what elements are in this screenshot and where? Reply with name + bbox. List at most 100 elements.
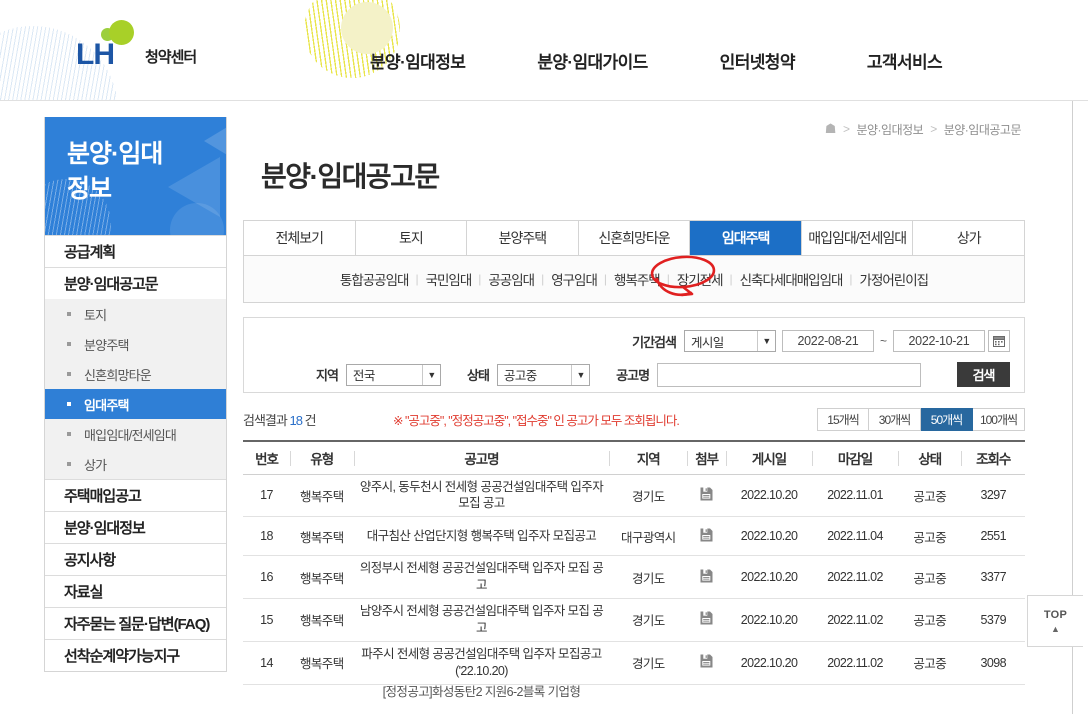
sidebar-item-notices[interactable]: 공지사항: [45, 543, 226, 575]
tab-newlywed-town[interactable]: 신혼희망타운: [577, 221, 690, 255]
date-from-input[interactable]: 2022-08-21: [781, 330, 874, 352]
sidebar-item-housing-purchase-notice[interactable]: 주택매입공고: [45, 479, 226, 511]
cell-status: 공고중: [898, 555, 962, 599]
region-select[interactable]: 전국 ▼: [345, 363, 441, 386]
date-from-value: 2022-08-21: [797, 334, 859, 348]
table-row[interactable]: 15 행복주택 남양주시 전세형 공공건설임대주택 입주자 모집 공고 경기도: [243, 598, 1025, 642]
cell-region: 경기도: [609, 641, 688, 685]
result-count-number: 18: [289, 412, 303, 428]
cell-attachment[interactable]: [687, 474, 727, 518]
sidebar-subitem-purchase-jeonse-rental[interactable]: 매입임대/전세임대: [45, 419, 226, 449]
site-header: LH 청약센터 분양·임대정보 분양·임대가이드 인터넷청약 고객서비스: [0, 0, 1088, 101]
subtab-integrated-public-rental[interactable]: 통합공공임대: [333, 269, 416, 289]
cell-region: 경기도: [609, 555, 688, 599]
table-row[interactable]: 14 행복주택 파주시 전세형 공공건설임대주택 입주자 모집공고('22.10…: [243, 641, 1025, 685]
breadcrumb-item-1[interactable]: 분양·임대정보: [856, 121, 923, 138]
cell-no: 17: [243, 474, 291, 518]
page-size-30[interactable]: 30개씩: [869, 407, 921, 431]
cell-attachment[interactable]: [687, 555, 727, 599]
subtab-permanent-rental[interactable]: 영구임대: [544, 269, 604, 289]
table-row[interactable]: 16 행복주택 의정부시 전세형 공공건설임대주택 입주자 모집 공고 경기도: [243, 555, 1025, 599]
table-row-partial[interactable]: [정정공고]화성동탄2 지원6-2블록 기업형: [243, 684, 1025, 700]
gnb-item-sale-rental-info[interactable]: 분양·임대정보: [370, 48, 466, 73]
cell-name[interactable]: 양주시, 동두천시 전세형 공공건설임대주택 입주자 모집 공고: [353, 474, 610, 518]
file-icon[interactable]: [700, 654, 713, 671]
subtab-happy-housing[interactable]: 행복주택: [607, 269, 667, 289]
sidebar-item-resources[interactable]: 자료실: [45, 575, 226, 607]
tab-purchase-jeonse-rental[interactable]: 매입임대/전세임대: [800, 221, 913, 255]
file-icon[interactable]: [700, 487, 713, 504]
subtab-new-multifamily-purchase-rental[interactable]: 신축다세대매입임대: [733, 269, 850, 289]
gnb-item-sale-rental-guide[interactable]: 분양·임대가이드: [537, 48, 648, 73]
result-count-prefix: 검색결과: [243, 412, 288, 428]
sidebar-subitem-rental-housing[interactable]: 임대주택: [45, 389, 226, 419]
tab-rental-housing[interactable]: 임대주택: [689, 221, 801, 255]
tab-commercial[interactable]: 상가: [912, 221, 1025, 255]
calendar-icon[interactable]: [988, 330, 1010, 352]
gnb-item-internet-application[interactable]: 인터넷청약: [720, 48, 796, 73]
tab-sale-housing[interactable]: 분양주택: [466, 221, 578, 255]
cell-name[interactable]: 남양주시 전세형 공공건설임대주택 입주자 모집 공고: [353, 598, 610, 642]
gnb-item-customer-service[interactable]: 고객서비스: [867, 48, 943, 73]
date-to-input[interactable]: 2022-10-21: [893, 330, 985, 352]
sidebar-subitem-newlywed-town[interactable]: 신혼희망타운: [45, 359, 226, 389]
status-select[interactable]: 공고중 ▼: [496, 363, 591, 386]
breadcrumb-item-2[interactable]: 분양·임대공고문: [944, 121, 1022, 138]
home-icon[interactable]: ☗: [825, 121, 837, 137]
results-bar: 검색결과 18 건 ※ "공고중", "정정공고중", "접수중" 인 공고가 …: [243, 405, 1025, 433]
file-icon[interactable]: [700, 611, 713, 628]
cell-attachment[interactable]: [687, 641, 727, 685]
sidebar-item-supply-plan[interactable]: 공급계획: [45, 235, 226, 267]
subcategory-tabs: 통합공공임대 | 국민임대 | 공공임대 | 영구임대 | 행복주택 | 장기전…: [243, 255, 1025, 303]
table-row[interactable]: 18 행복주택 대구침산 산업단지형 행복주택 입주자 모집공고 대구광역시 2…: [243, 516, 1025, 557]
tab-view-all[interactable]: 전체보기: [244, 221, 355, 255]
site-logo[interactable]: LH 청약센터: [76, 20, 197, 70]
scroll-to-top-button[interactable]: TOP ▲: [1027, 595, 1083, 647]
sidebar-title: 분양·임대 정보: [67, 140, 163, 203]
subtab-long-term-jeonse[interactable]: 장기전세: [670, 269, 730, 289]
logo-subtitle: 청약센터: [145, 49, 197, 66]
column-header-no: 번호: [243, 440, 291, 475]
sidebar-subitem-sale-housing[interactable]: 분양주택: [45, 329, 226, 359]
sidebar-subitem-label: 매입임대/전세임대: [84, 427, 177, 443]
cell-posted: 2022.10.20: [726, 598, 813, 642]
cell-name[interactable]: 대구침산 산업단지형 행복주택 입주자 모집공고: [353, 516, 610, 557]
cell-attachment: [687, 684, 726, 700]
page-size-selector: 15개씩 30개씩 50개씩 100개씩: [817, 407, 1025, 431]
column-header-status: 상태: [898, 440, 962, 475]
cell-region: 대구광역시: [609, 516, 688, 557]
subtab-public-rental[interactable]: 공공임대: [481, 269, 541, 289]
sidebar-item-label: 공급계획: [64, 244, 116, 261]
cell-name[interactable]: 파주시 전세형 공공건설임대주택 입주자 모집공고('22.10.20): [353, 641, 610, 685]
file-icon[interactable]: [700, 528, 713, 545]
subtab-national-rental[interactable]: 국민임대: [419, 269, 479, 289]
cell-attachment[interactable]: [687, 516, 727, 557]
sidebar-item-announcements[interactable]: 분양·임대공고문: [45, 267, 226, 299]
announcement-name-input[interactable]: [657, 362, 922, 387]
file-icon[interactable]: [700, 569, 713, 586]
period-type-select[interactable]: 게시일 ▼: [683, 330, 776, 352]
sidebar-item-sale-rental-info[interactable]: 분양·임대정보: [45, 511, 226, 543]
tab-land[interactable]: 토지: [354, 221, 467, 255]
page-size-100[interactable]: 100개씩: [973, 407, 1025, 431]
sidebar-subitem-label: 상가: [84, 457, 107, 473]
table-row[interactable]: 17 행복주택 양주시, 동두천시 전세형 공공건설임대주택 입주자 모집 공고…: [243, 474, 1025, 518]
cell-region: [609, 684, 687, 700]
cell-attachment[interactable]: [687, 598, 727, 642]
cell-status: 공고중: [898, 474, 962, 518]
category-tabs: 전체보기 토지 분양주택 신혼희망타운 임대주택 매입임대/전세임대 상가: [243, 220, 1025, 256]
cell-name[interactable]: 의정부시 전세형 공공건설임대주택 입주자 모집 공고: [353, 555, 610, 599]
table-header-row: 번호 유형 공고명 지역 첨부 게시일 마감일 상태 조회수: [243, 440, 1025, 475]
search-button[interactable]: 검색: [957, 362, 1010, 387]
bullet-icon: [67, 402, 71, 406]
page-size-15[interactable]: 15개씩: [817, 407, 869, 431]
sidebar-item-label: 선착순계약가능지구: [64, 648, 180, 665]
page-size-50[interactable]: 50개씩: [921, 407, 973, 431]
sidebar-subitem-land[interactable]: 토지: [45, 299, 226, 329]
sidebar-item-faq[interactable]: 자주묻는 질문·답변(FAQ): [45, 607, 226, 639]
breadcrumb: ☗ > 분양·임대정보 > 분양·임대공고문: [243, 117, 1025, 141]
sidebar-item-first-come-contract-districts[interactable]: 선착순계약가능지구: [45, 639, 226, 671]
sidebar-subitem-commercial[interactable]: 상가: [45, 449, 226, 479]
subtab-home-daycare[interactable]: 가정어린이집: [853, 269, 936, 289]
cell-name[interactable]: [정정공고]화성동탄2 지원6-2블록 기업형: [354, 684, 610, 700]
